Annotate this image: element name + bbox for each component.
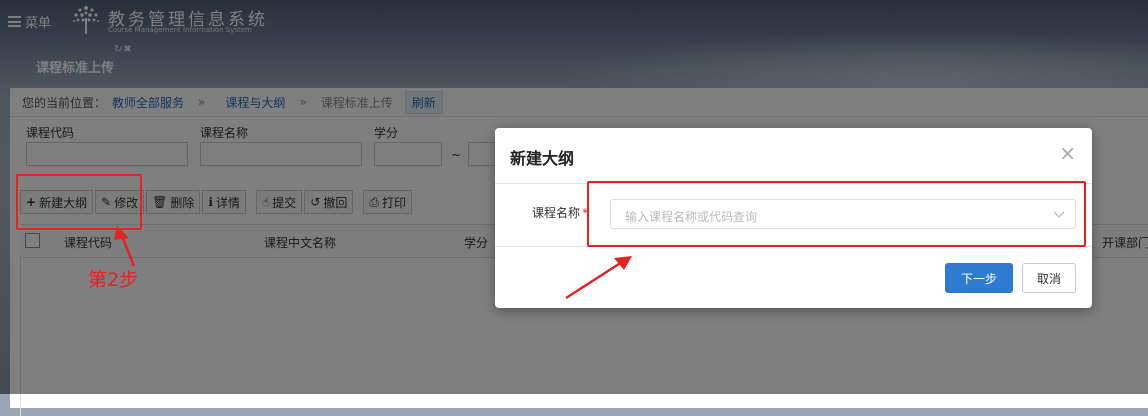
annotation-box-new-button bbox=[16, 174, 142, 230]
dialog-header: 新建大纲 × bbox=[495, 128, 1092, 184]
course-name-label: 课程名称 * bbox=[532, 204, 588, 221]
cancel-button[interactable]: 取消 bbox=[1022, 263, 1076, 293]
dialog-title: 新建大纲 bbox=[510, 149, 575, 168]
course-name-label-text: 课程名称 bbox=[532, 206, 581, 220]
close-icon[interactable]: × bbox=[1059, 143, 1076, 163]
next-step-button[interactable]: 下一步 bbox=[945, 263, 1013, 293]
step-label: 第2步 bbox=[88, 269, 139, 291]
annotation-box-course-select bbox=[587, 181, 1086, 247]
